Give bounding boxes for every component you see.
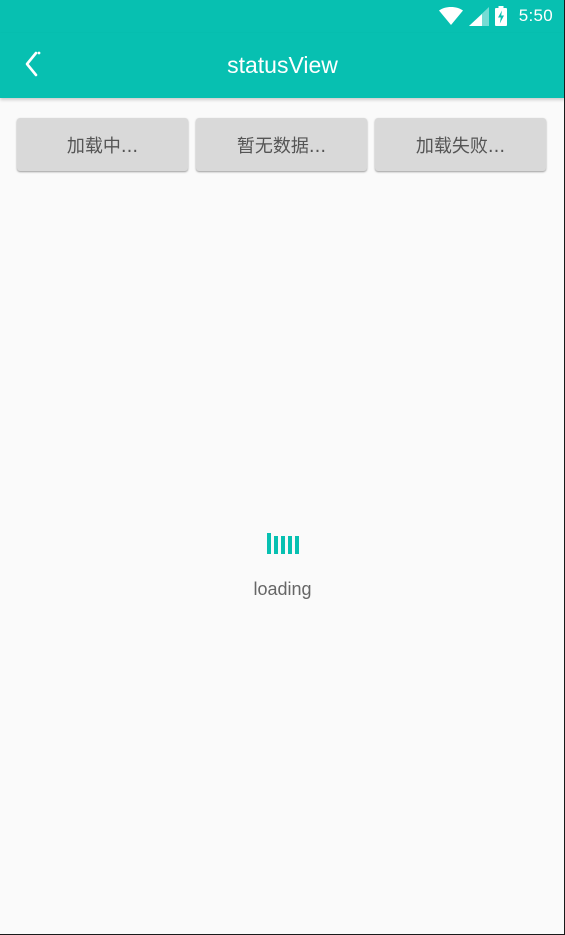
loading-state-button[interactable]: 加载中... [17, 118, 188, 171]
toolbar-title: statusView [227, 52, 338, 78]
battery-charging-icon [494, 6, 507, 26]
loading-bar [287, 536, 292, 554]
chevron-left-icon [24, 50, 42, 82]
error-state-button[interactable]: 加载失败... [375, 118, 546, 171]
toolbar: statusView [0, 33, 564, 98]
loading-bar [294, 536, 299, 554]
loading-bars-icon [266, 532, 299, 554]
status-button-row: 加载中... 暂无数据... 加载失败... [17, 118, 546, 171]
loading-bar [280, 536, 285, 554]
signal-icon [468, 6, 489, 26]
wifi-icon [438, 7, 463, 25]
loading-bar [273, 536, 278, 554]
status-clock: 5:50 [518, 6, 553, 25]
status-bar: 5:50 [0, 0, 564, 33]
back-button[interactable] [14, 47, 52, 85]
empty-state-button[interactable]: 暂无数据... [196, 118, 367, 171]
app-screen: 5:50 statusView 加载中... 暂无数据... 加载失败... l… [0, 0, 565, 935]
loading-text: loading [253, 579, 312, 599]
loading-view: loading [0, 532, 564, 600]
loading-bar [266, 533, 271, 554]
status-icons: 5:50 [438, 4, 553, 28]
